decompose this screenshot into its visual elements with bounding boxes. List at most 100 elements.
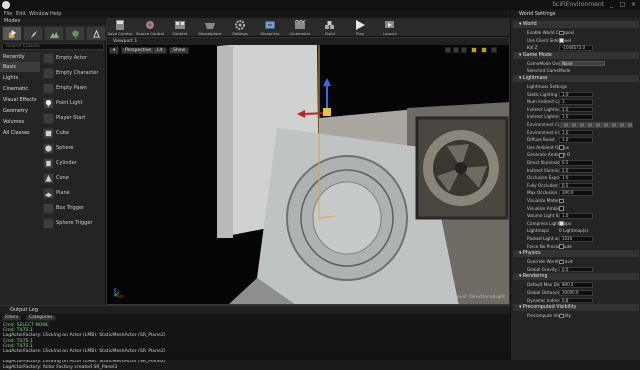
property-checkbox[interactable] [559,313,564,319]
property-number-field[interactable]: -1048575.0 [559,45,593,51]
place-item-sphere[interactable]: Sphere [42,142,104,155]
category-volumes[interactable]: Volumes [0,117,40,127]
menu-edit[interactable]: Edit [16,10,26,18]
place-mode-button[interactable] [2,26,22,41]
property-number-field[interactable]: 200.0 [559,190,593,196]
scale-tool-icon[interactable] [461,47,467,53]
category-cinematic[interactable]: Cinematic [0,84,40,94]
place-item-cylinder[interactable]: Cylinder [42,157,104,170]
category-all-classes[interactable]: All Classes [0,128,40,138]
category-visual-effects[interactable]: Visual Effects [0,95,40,105]
settings-button[interactable]: Settings [226,18,254,37]
section-game-mode[interactable]: ▾ Game Mode [513,51,639,59]
build-button[interactable]: Build [316,18,344,37]
property-number-field[interactable]: 1.0 [559,91,593,98]
world-settings-tab[interactable]: World Settings [511,10,640,18]
search-classes-input[interactable]: Search Classes [2,43,104,50]
property-checkbox[interactable] [559,145,564,150]
property-checkbox[interactable] [559,221,564,226]
place-item-empty-actor[interactable]: Empty Actor [42,52,104,65]
viewport-snap-toolbar[interactable] [445,47,505,54]
section-lightmass[interactable]: ▾ Lightmass [513,75,639,82]
property-color-swatch[interactable] [559,122,633,128]
landscape-mode-button[interactable] [44,26,64,41]
output-log-tab[interactable]: Output Log [0,306,510,314]
viewport-tab[interactable]: Viewport 1 [113,38,137,45]
property-number-field[interactable]: 1024 [559,236,593,242]
property-number-field[interactable]: 0.0 [559,266,593,273]
category-basic[interactable]: Basic [0,62,40,72]
geometry-mode-button[interactable] [86,26,106,41]
property-number-field[interactable]: 1.0 [559,137,593,143]
place-item-empty-pawn[interactable]: Empty Pawn [42,82,104,95]
console-bar[interactable] [0,352,510,360]
rotate-tool-icon[interactable] [453,47,459,53]
property-number-field[interactable]: 1.0 [559,129,593,136]
property-number-field[interactable]: 3 [559,99,593,105]
foliage-mode-button[interactable] [65,26,85,41]
categories-dropdown[interactable]: Categories [26,315,56,321]
property-checkbox[interactable] [559,152,564,158]
property-number-field[interactable]: 800.0 [559,282,593,288]
property-number-field[interactable]: 0.5 [559,160,593,166]
place-item-box-trigger[interactable]: Box Trigger [42,202,104,215]
property-dropdown[interactable]: None [559,60,605,67]
modes-tab[interactable]: Modes [0,18,106,25]
maximize-button[interactable]: □ [618,1,627,8]
content-button[interactable]: Content [166,18,194,37]
property-number-field[interactable]: 0.5 [559,182,593,189]
property-number-field[interactable]: 1.0 [559,167,593,174]
marketplace-button[interactable]: Marketplace [196,18,224,37]
property-checkbox[interactable] [559,30,564,36]
minimize-button[interactable]: _ [607,1,616,8]
translate-tool-icon[interactable] [445,47,451,53]
place-item-cube[interactable]: Cube [42,127,104,140]
gizmo-center[interactable] [323,108,331,116]
place-item-plane[interactable]: Plane [42,187,104,200]
property-number-field[interactable]: 1.0 [559,213,593,219]
property-number-field[interactable]: 20000.0 [559,290,593,296]
camera-speed-icon[interactable] [491,47,497,53]
property-checkbox[interactable] [559,206,564,211]
menu-window[interactable]: Window [29,10,49,18]
section-physics[interactable]: ▾ Physics [513,250,639,258]
grid-snap-icon[interactable] [471,47,477,53]
play-button[interactable]: Play [346,18,374,37]
property-checkbox[interactable] [559,198,564,204]
viewport-options-button[interactable]: ▾ [109,47,120,54]
perspective-button[interactable]: Perspective [121,47,156,54]
section-precomputed-visibility[interactable]: ▾ Precomputed Visibility [513,304,639,312]
category-geometry[interactable]: Geometry [0,106,40,116]
property-checkbox[interactable] [559,244,564,249]
cinematics-button[interactable]: Cinematics [286,18,314,37]
property-number-field[interactable]: 1.0 [559,114,593,120]
place-item-sphere-trigger[interactable]: Sphere Trigger [42,217,104,230]
category-recently-placed[interactable]: Recently Placed [0,52,40,70]
place-item-point-light[interactable]: Point Light [42,97,104,110]
filters-dropdown[interactable]: Filters [2,315,22,321]
launch-button[interactable]: Launch [376,18,404,37]
close-button[interactable]: × [629,1,638,8]
property-number-field[interactable]: 1.0 [559,175,593,181]
place-item-empty-character[interactable]: Empty Character [42,67,104,80]
place-item-cone[interactable]: Cone [42,172,104,185]
rotation-snap-icon[interactable] [481,47,487,53]
paint-mode-button[interactable] [23,26,43,41]
menu-help[interactable]: Help [50,10,61,18]
section-world[interactable]: ▾ World [513,21,639,28]
source-control-button[interactable]: Source Control [136,18,164,37]
property-number-field[interactable]: 1.0 [559,106,593,113]
property-checkbox[interactable] [559,259,564,265]
property-checkbox[interactable] [559,38,564,43]
property-number-field[interactable]: 0.8 [559,297,593,304]
place-item-player-start[interactable]: Player Start [42,112,104,125]
level-viewport[interactable]: Viewport 1 ▾ Perspective Lit Show Level:… [106,37,510,305]
modes-panel: Modes Search Classes Recently Placed Bas… [0,18,106,336]
blueprints-button[interactable]: Blueprints [256,18,284,37]
section-rendering[interactable]: ▾ Rendering [513,273,639,281]
save-current-button[interactable]: Save Current [106,18,134,37]
category-lights[interactable]: Lights [0,73,40,83]
lit-button[interactable]: Lit [153,47,167,54]
show-button[interactable]: Show [169,47,190,54]
menu-file[interactable]: File [4,10,12,18]
